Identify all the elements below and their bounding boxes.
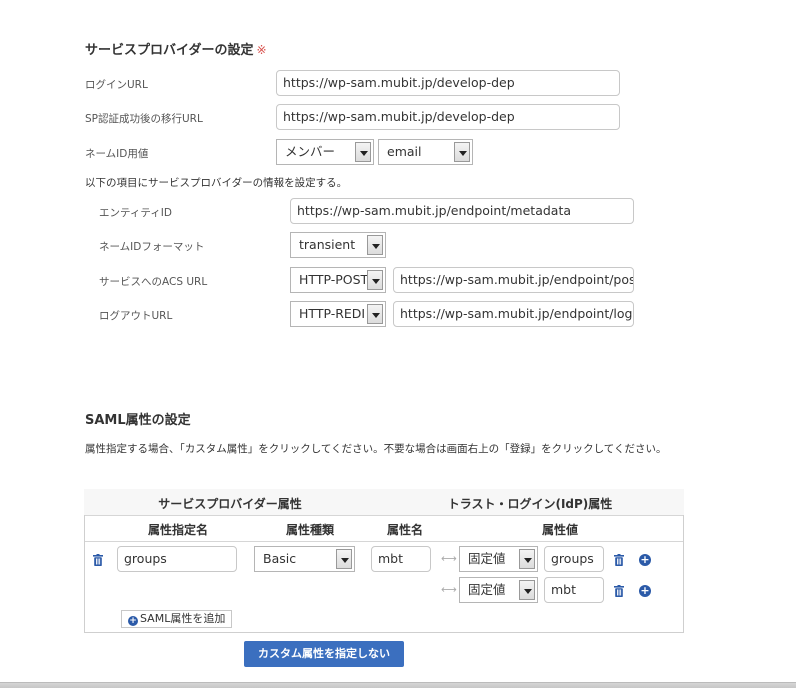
chevron-down-icon [519, 580, 535, 600]
attr-value-input[interactable]: mbt [544, 577, 604, 603]
window-bottom-edge [0, 682, 796, 688]
attr-key-input[interactable]: mbt [371, 546, 431, 572]
attr-value-kind-select[interactable]: 固定値 [459, 546, 538, 572]
chevron-down-icon [367, 304, 383, 324]
nameid-field-value: email [387, 144, 422, 159]
login-url-input[interactable]: https://wp-sam.mubit.jp/develop-dep [276, 70, 620, 96]
chevron-down-icon [336, 549, 352, 569]
chevron-down-icon [367, 270, 383, 290]
sp-auth-redirect-input[interactable]: https://wp-sam.mubit.jp/develop-dep [276, 104, 620, 130]
nameid-format-select[interactable]: transient [290, 232, 386, 258]
plus-icon: + [128, 616, 138, 626]
add-saml-attribute-button[interactable]: + SAML属性を追加 [121, 610, 233, 628]
chevron-down-icon [519, 549, 535, 569]
header-divider [85, 541, 683, 542]
sp-info-note: 以下の項目にサービスプロバイダーの情報を設定する。 [85, 177, 348, 189]
logout-binding-select[interactable]: HTTP-REDI [290, 301, 386, 327]
col-header-attr-value: 属性値 [541, 523, 578, 537]
acs-binding-select[interactable]: HTTP-POST [290, 267, 386, 293]
required-mark: ※ [256, 43, 267, 57]
group-header-idp: トラスト・ログイン(IdP)属性 [447, 497, 613, 511]
attr-value-input[interactable]: groups [544, 546, 604, 572]
nameid-field-select[interactable]: email [378, 139, 473, 165]
header-divider [85, 515, 683, 516]
mapping-arrow-icon: ⟷ [441, 552, 457, 565]
add-value-icon[interactable]: + [639, 554, 651, 566]
chevron-down-icon [355, 142, 371, 162]
chevron-down-icon [367, 235, 383, 255]
sp-settings-title: サービスプロバイダーの設定 ※ [85, 39, 267, 58]
entity-id-label: エンティティID [99, 207, 172, 219]
attr-type-select[interactable]: Basic [254, 546, 355, 572]
acs-binding-value: HTTP-POST [299, 272, 369, 287]
acs-url-input[interactable]: https://wp-sam.mubit.jp/endpoint/postR [393, 267, 634, 293]
logout-url-input[interactable]: https://wp-sam.mubit.jp/endpoint/logou [393, 301, 634, 327]
col-header-attr-name: 属性指定名 [147, 523, 208, 537]
add-value-icon[interactable]: + [639, 585, 651, 597]
logout-url-label: ログアウトURL [99, 310, 173, 322]
saml-settings-title: SAML属性の設定 [85, 413, 191, 428]
nameid-format-value: transient [299, 237, 356, 252]
no-custom-attribute-button[interactable]: カスタム属性を指定しない [244, 641, 404, 667]
nameid-format-label: ネームIDフォーマット [99, 241, 205, 253]
nameid-source-select[interactable]: メンバー [276, 139, 374, 165]
sp-auth-redirect-label: SP認証成功後の移行URL [85, 113, 203, 125]
login-url-label: ログインURL [85, 79, 148, 91]
col-header-attr-key: 属性名 [386, 523, 423, 537]
add-saml-attribute-label: SAML属性を追加 [140, 612, 226, 625]
attr-value-kind: 固定値 [468, 551, 506, 566]
chevron-down-icon [454, 142, 470, 162]
acs-url-label: サービスへのACS URL [99, 276, 208, 288]
attr-value-kind: 固定値 [468, 582, 506, 597]
attr-name-input[interactable]: groups [117, 546, 237, 572]
group-header-sp: サービスプロバイダー属性 [158, 497, 302, 511]
trash-icon[interactable] [614, 554, 624, 566]
mapping-arrow-icon: ⟷ [441, 583, 457, 596]
attr-type-value: Basic [263, 551, 297, 566]
trash-icon[interactable] [614, 585, 624, 597]
trash-icon[interactable] [93, 554, 103, 566]
nameid-value-label: ネームID用値 [85, 148, 149, 160]
attr-value-kind-select[interactable]: 固定値 [459, 577, 538, 603]
sp-settings-title-text: サービスプロバイダーの設定 [85, 43, 254, 58]
entity-id-input[interactable]: https://wp-sam.mubit.jp/endpoint/metadat… [290, 198, 634, 224]
nameid-source-value: メンバー [285, 144, 336, 159]
saml-settings-note: 属性指定する場合、「カスタム属性」をクリックしてください。不要な場合は画面右上の… [85, 443, 667, 455]
logout-binding-value: HTTP-REDI [299, 306, 366, 321]
col-header-attr-type: 属性種類 [285, 523, 334, 537]
